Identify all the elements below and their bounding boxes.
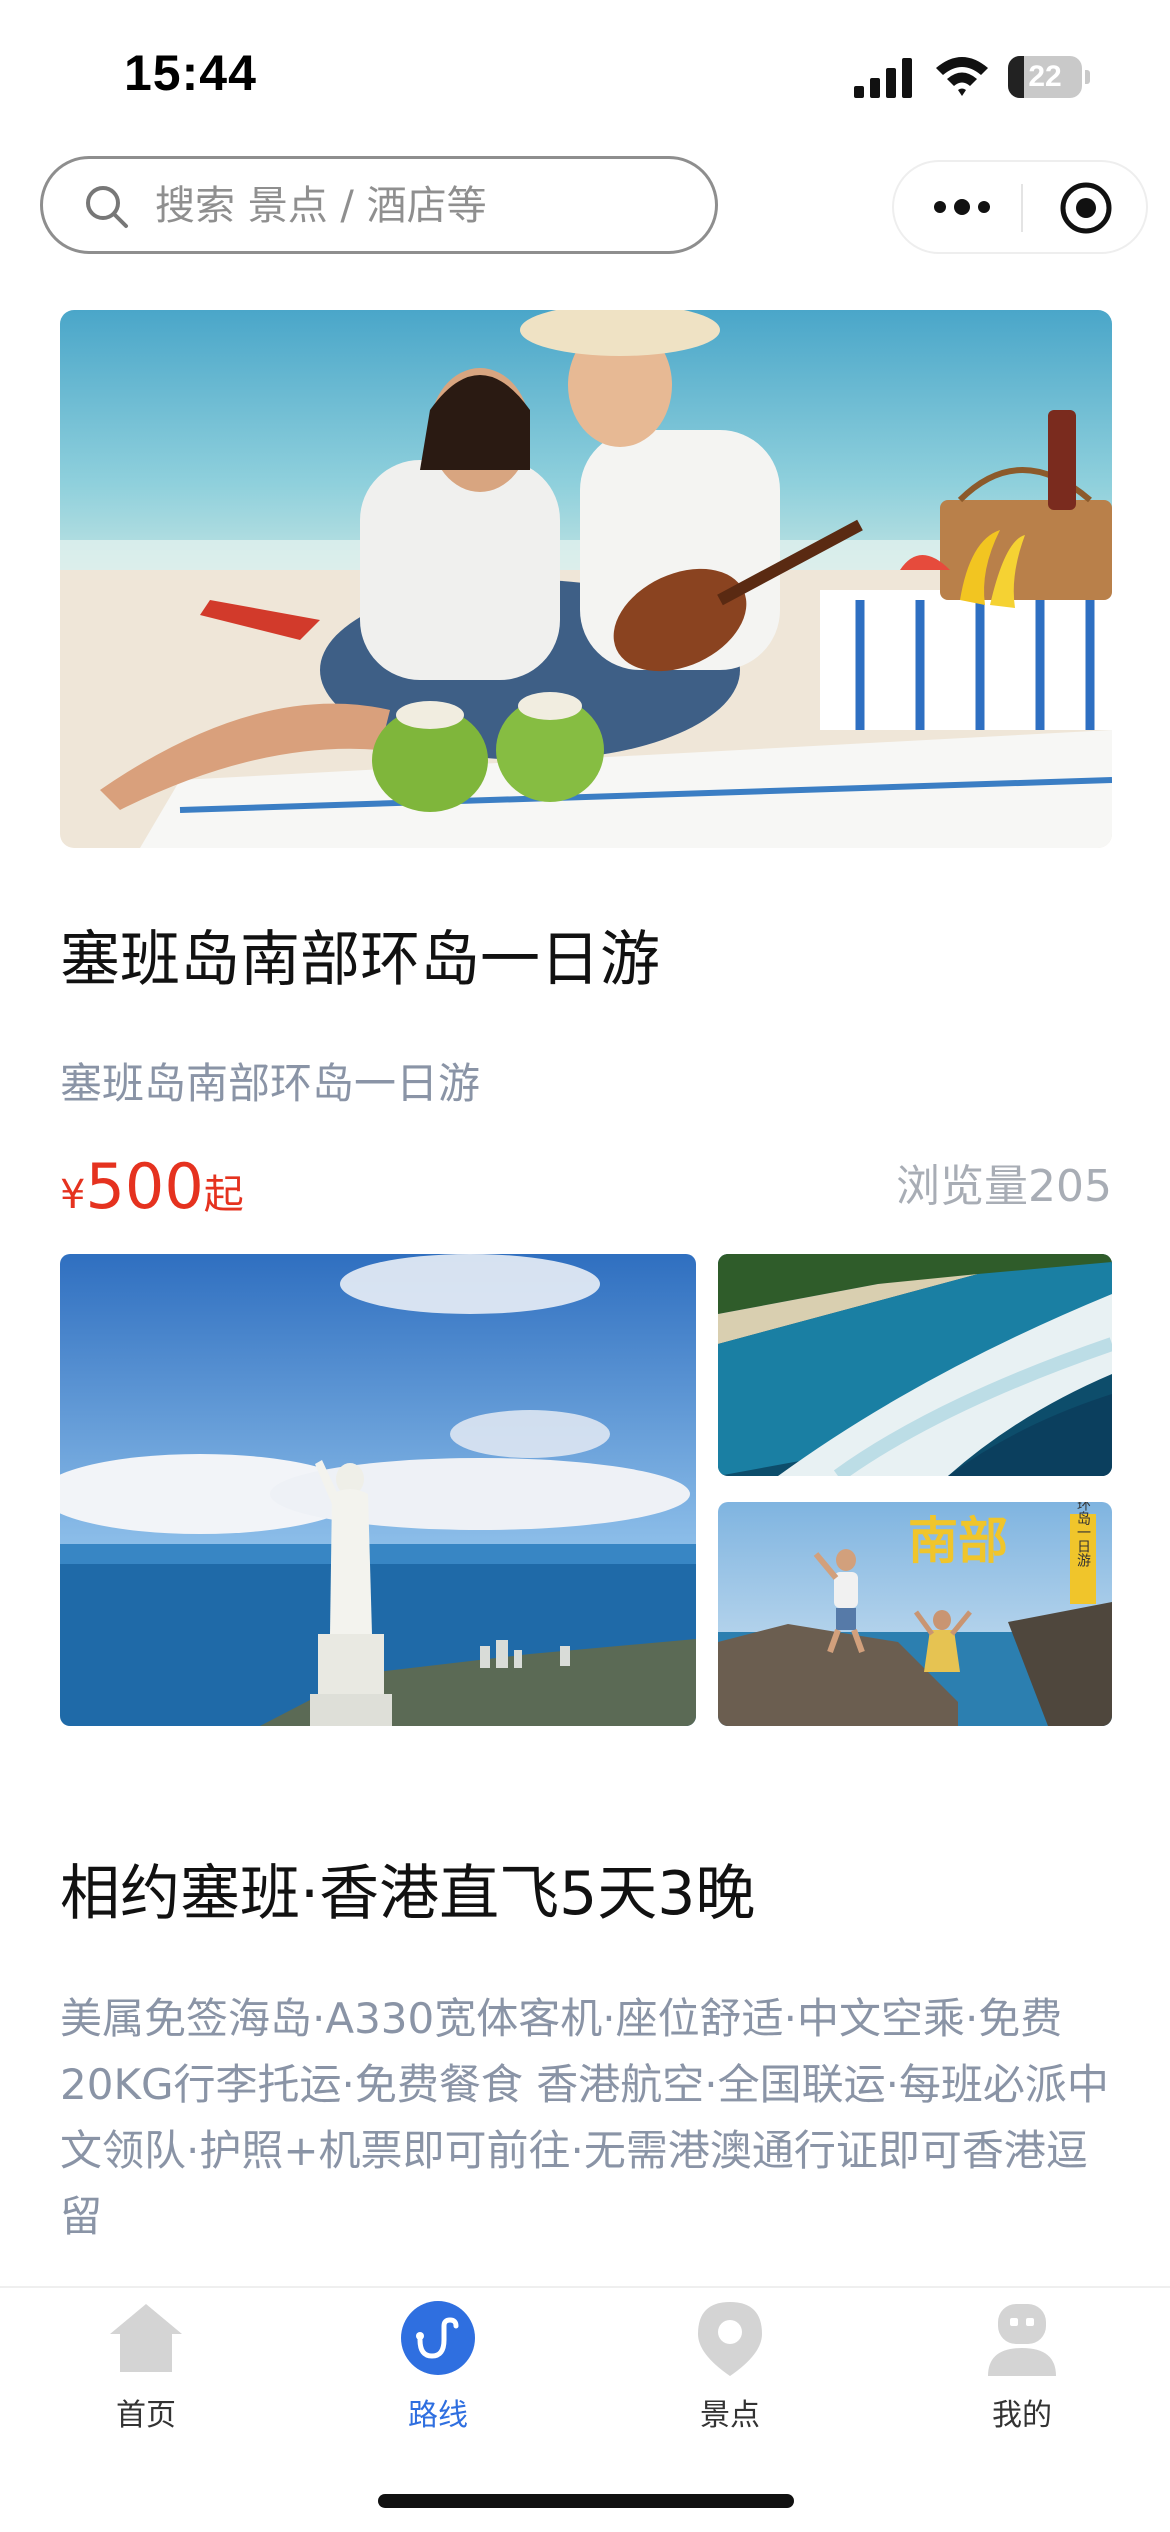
tab-label: 景点: [700, 2398, 760, 2433]
home-icon: [110, 2304, 182, 2372]
battery-percent: 22: [1028, 60, 1062, 93]
tab-home[interactable]: 首页: [0, 2300, 292, 2440]
status-bar: 15:44 22: [0, 0, 1170, 150]
price-currency: ¥: [60, 1172, 86, 1218]
more-icon[interactable]: [930, 192, 994, 222]
badge-small-text: 环岛一日游: [1075, 1502, 1091, 1568]
tab-attractions[interactable]: 景点: [584, 2300, 876, 2440]
battery-body: 22: [1008, 56, 1082, 98]
rocks-couple-image: 南部 环岛一日游: [718, 1502, 1112, 1726]
view-count: 浏览量205: [896, 1161, 1112, 1212]
badge-big-text: 南部: [908, 1511, 1008, 1570]
tab-route[interactable]: 路线: [292, 2300, 584, 2440]
tab-label: 路线: [408, 2398, 468, 2433]
search-input[interactable]: 搜索 景点 / 酒店等: [40, 156, 718, 254]
card-description: 美属免签海岛·A330宽体客机·座位舒适·中文空乘·免费20KG行李托运·免费餐…: [60, 1994, 1109, 2241]
card-subtitle: 塞班岛南部环岛一日游: [60, 1059, 481, 1108]
price-amount: 500: [85, 1150, 204, 1223]
statue-bay-image: [60, 1254, 696, 1726]
route-icon: [401, 2301, 475, 2375]
mini-program-capsule: [892, 160, 1148, 254]
gallery-statue-photo[interactable]: [60, 1254, 696, 1726]
hero-beach-photo[interactable]: [60, 310, 1112, 848]
search-icon: [86, 186, 128, 228]
battery-tip: [1085, 70, 1090, 84]
wifi-icon: [936, 57, 988, 96]
beach-couple-image: [60, 310, 1112, 848]
coast-waves-image: [718, 1254, 1112, 1476]
profile-icon: [988, 2304, 1056, 2376]
gallery-rocks-photo[interactable]: 南部 环岛一日游: [718, 1502, 1112, 1726]
target-icon[interactable]: [1058, 180, 1114, 236]
signal-icon: [854, 58, 912, 98]
search-placeholder: 搜索 景点 / 酒店等: [155, 183, 487, 229]
tab-label: 我的: [992, 2398, 1052, 2433]
battery-icon: 22: [1008, 56, 1090, 98]
gallery-coast-photo[interactable]: [718, 1254, 1112, 1476]
price-tag: ¥500起: [60, 1150, 244, 1240]
price-suffix: 起: [203, 1172, 244, 1218]
status-time: 15:44: [124, 45, 257, 101]
home-indicator: [378, 2494, 794, 2508]
tab-profile[interactable]: 我的: [876, 2300, 1168, 2440]
card-title[interactable]: 塞班岛南部环岛一日游: [60, 922, 660, 998]
location-pin-icon: [698, 2302, 762, 2376]
capsule-divider: [1021, 184, 1023, 232]
card-title[interactable]: 相约塞班·香港直飞5天3晚: [60, 1856, 755, 1932]
tab-label: 首页: [116, 2398, 176, 2433]
